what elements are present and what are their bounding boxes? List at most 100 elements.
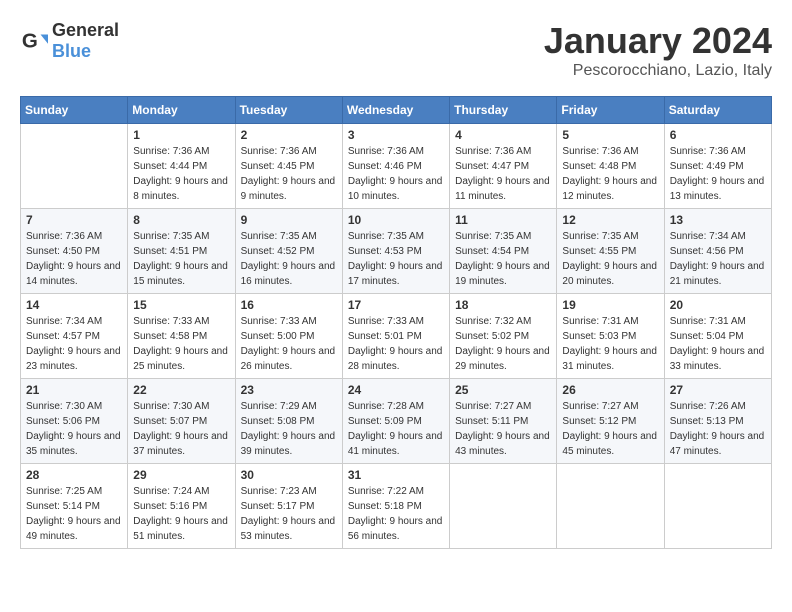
calendar-cell: 5 Sunrise: 7:36 AM Sunset: 4:48 PM Daylig… [557,124,664,209]
calendar-cell: 7 Sunrise: 7:36 AM Sunset: 4:50 PM Daylig… [21,209,128,294]
calendar-cell: 6 Sunrise: 7:36 AM Sunset: 4:49 PM Daylig… [664,124,771,209]
day-number: 16 [241,298,337,312]
day-number: 23 [241,383,337,397]
day-number: 31 [348,468,444,482]
calendar-cell: 18Sunrise: 7:32 AM Sunset: 5:02 PM Dayli… [450,294,557,379]
day-info: Sunrise: 7:24 AM Sunset: 5:16 PM Dayligh… [133,484,229,544]
day-info: Sunrise: 7:29 AM Sunset: 5:08 PM Dayligh… [241,399,337,459]
day-number: 13 [670,213,766,227]
svg-text:G: G [22,30,38,53]
day-info: Sunrise: 7:36 AM Sunset: 4:50 PM Dayligh… [26,229,122,289]
calendar-cell [21,124,128,209]
day-number: 26 [562,383,658,397]
day-number: 2 [241,128,337,142]
day-info: Sunrise: 7:26 AM Sunset: 5:13 PM Dayligh… [670,399,766,459]
calendar-title: January 2024 [544,20,772,62]
calendar-cell: 22Sunrise: 7:30 AM Sunset: 5:07 PM Dayli… [128,379,235,464]
day-info: Sunrise: 7:27 AM Sunset: 5:12 PM Dayligh… [562,399,658,459]
logo-text-general: General [52,20,119,40]
page-header: G General Blue January 2024 Pescorocchia… [20,20,772,80]
calendar-cell: 31 Sunrise: 7:22 AM Sunset: 5:18 PM Dayli… [342,464,449,549]
calendar-cell: 2Sunrise: 7:36 AM Sunset: 4:45 PM Daylig… [235,124,342,209]
weekday-header: Friday [557,97,664,124]
weekday-header: Saturday [664,97,771,124]
calendar-week-row: 14Sunrise: 7:34 AM Sunset: 4:57 PM Dayli… [21,294,772,379]
day-number: 8 [133,213,229,227]
calendar-week-row: 21Sunrise: 7:30 AM Sunset: 5:06 PM Dayli… [21,379,772,464]
day-info: Sunrise: 7:31 AM Sunset: 5:03 PM Dayligh… [562,314,658,374]
calendar-cell: 27 Sunrise: 7:26 AM Sunset: 5:13 PM Dayli… [664,379,771,464]
day-info: Sunrise: 7:33 AM Sunset: 5:00 PM Dayligh… [241,314,337,374]
day-info: Sunrise: 7:35 AM Sunset: 4:52 PM Dayligh… [241,229,337,289]
calendar-cell: 24 Sunrise: 7:28 AM Sunset: 5:09 PM Dayli… [342,379,449,464]
calendar-cell: 12 Sunrise: 7:35 AM Sunset: 4:55 PM Dayli… [557,209,664,294]
title-block: January 2024 Pescorocchiano, Lazio, Ital… [544,20,772,80]
day-info: Sunrise: 7:33 AM Sunset: 5:01 PM Dayligh… [348,314,444,374]
day-number: 27 [670,383,766,397]
day-info: Sunrise: 7:22 AM Sunset: 5:18 PM Dayligh… [348,484,444,544]
day-info: Sunrise: 7:25 AM Sunset: 5:14 PM Dayligh… [26,484,122,544]
calendar-cell: 23 Sunrise: 7:29 AM Sunset: 5:08 PM Dayli… [235,379,342,464]
day-info: Sunrise: 7:36 AM Sunset: 4:48 PM Dayligh… [562,144,658,204]
calendar-cell: 25 Sunrise: 7:27 AM Sunset: 5:11 PM Dayli… [450,379,557,464]
calendar-cell: 1Sunrise: 7:36 AM Sunset: 4:44 PM Daylig… [128,124,235,209]
day-number: 5 [562,128,658,142]
day-number: 1 [133,128,229,142]
day-number: 3 [348,128,444,142]
calendar-cell: 29 Sunrise: 7:24 AM Sunset: 5:16 PM Dayli… [128,464,235,549]
day-info: Sunrise: 7:27 AM Sunset: 5:11 PM Dayligh… [455,399,551,459]
calendar-cell: 9Sunrise: 7:35 AM Sunset: 4:52 PM Daylig… [235,209,342,294]
calendar-cell: 21Sunrise: 7:30 AM Sunset: 5:06 PM Dayli… [21,379,128,464]
day-info: Sunrise: 7:33 AM Sunset: 4:58 PM Dayligh… [133,314,229,374]
weekday-header: Wednesday [342,97,449,124]
calendar-cell: 20 Sunrise: 7:31 AM Sunset: 5:04 PM Dayli… [664,294,771,379]
day-info: Sunrise: 7:36 AM Sunset: 4:46 PM Dayligh… [348,144,444,204]
calendar-cell: 15 Sunrise: 7:33 AM Sunset: 4:58 PM Dayli… [128,294,235,379]
day-number: 12 [562,213,658,227]
calendar-week-row: 7 Sunrise: 7:36 AM Sunset: 4:50 PM Daylig… [21,209,772,294]
day-number: 7 [26,213,122,227]
calendar-cell: 4Sunrise: 7:36 AM Sunset: 4:47 PM Daylig… [450,124,557,209]
calendar-week-row: 1Sunrise: 7:36 AM Sunset: 4:44 PM Daylig… [21,124,772,209]
day-info: Sunrise: 7:28 AM Sunset: 5:09 PM Dayligh… [348,399,444,459]
calendar-location: Pescorocchiano, Lazio, Italy [544,62,772,80]
calendar-cell: 16 Sunrise: 7:33 AM Sunset: 5:00 PM Dayli… [235,294,342,379]
calendar-cell: 8 Sunrise: 7:35 AM Sunset: 4:51 PM Daylig… [128,209,235,294]
calendar-cell: 3 Sunrise: 7:36 AM Sunset: 4:46 PM Daylig… [342,124,449,209]
calendar-cell [664,464,771,549]
day-info: Sunrise: 7:30 AM Sunset: 5:07 PM Dayligh… [133,399,229,459]
day-number: 25 [455,383,551,397]
calendar-week-row: 28Sunrise: 7:25 AM Sunset: 5:14 PM Dayli… [21,464,772,549]
day-number: 29 [133,468,229,482]
weekday-header: Monday [128,97,235,124]
day-info: Sunrise: 7:31 AM Sunset: 5:04 PM Dayligh… [670,314,766,374]
calendar-cell: 28Sunrise: 7:25 AM Sunset: 5:14 PM Dayli… [21,464,128,549]
day-info: Sunrise: 7:30 AM Sunset: 5:06 PM Dayligh… [26,399,122,459]
calendar-cell: 11Sunrise: 7:35 AM Sunset: 4:54 PM Dayli… [450,209,557,294]
calendar-cell [450,464,557,549]
calendar-cell: 13 Sunrise: 7:34 AM Sunset: 4:56 PM Dayli… [664,209,771,294]
logo-text-blue: Blue [52,41,91,61]
day-info: Sunrise: 7:35 AM Sunset: 4:55 PM Dayligh… [562,229,658,289]
calendar-cell: 26 Sunrise: 7:27 AM Sunset: 5:12 PM Dayli… [557,379,664,464]
day-info: Sunrise: 7:36 AM Sunset: 4:49 PM Dayligh… [670,144,766,204]
day-number: 15 [133,298,229,312]
day-info: Sunrise: 7:34 AM Sunset: 4:56 PM Dayligh… [670,229,766,289]
day-info: Sunrise: 7:35 AM Sunset: 4:53 PM Dayligh… [348,229,444,289]
calendar-cell: 14Sunrise: 7:34 AM Sunset: 4:57 PM Dayli… [21,294,128,379]
day-number: 19 [562,298,658,312]
day-info: Sunrise: 7:35 AM Sunset: 4:51 PM Dayligh… [133,229,229,289]
calendar-header-row: SundayMondayTuesdayWednesdayThursdayFrid… [21,97,772,124]
day-number: 30 [241,468,337,482]
calendar-cell: 30Sunrise: 7:23 AM Sunset: 5:17 PM Dayli… [235,464,342,549]
day-number: 24 [348,383,444,397]
day-number: 20 [670,298,766,312]
day-number: 14 [26,298,122,312]
weekday-header: Sunday [21,97,128,124]
day-number: 6 [670,128,766,142]
day-number: 17 [348,298,444,312]
day-number: 11 [455,213,551,227]
weekday-header: Thursday [450,97,557,124]
day-number: 4 [455,128,551,142]
logo-icon: G [20,27,48,55]
